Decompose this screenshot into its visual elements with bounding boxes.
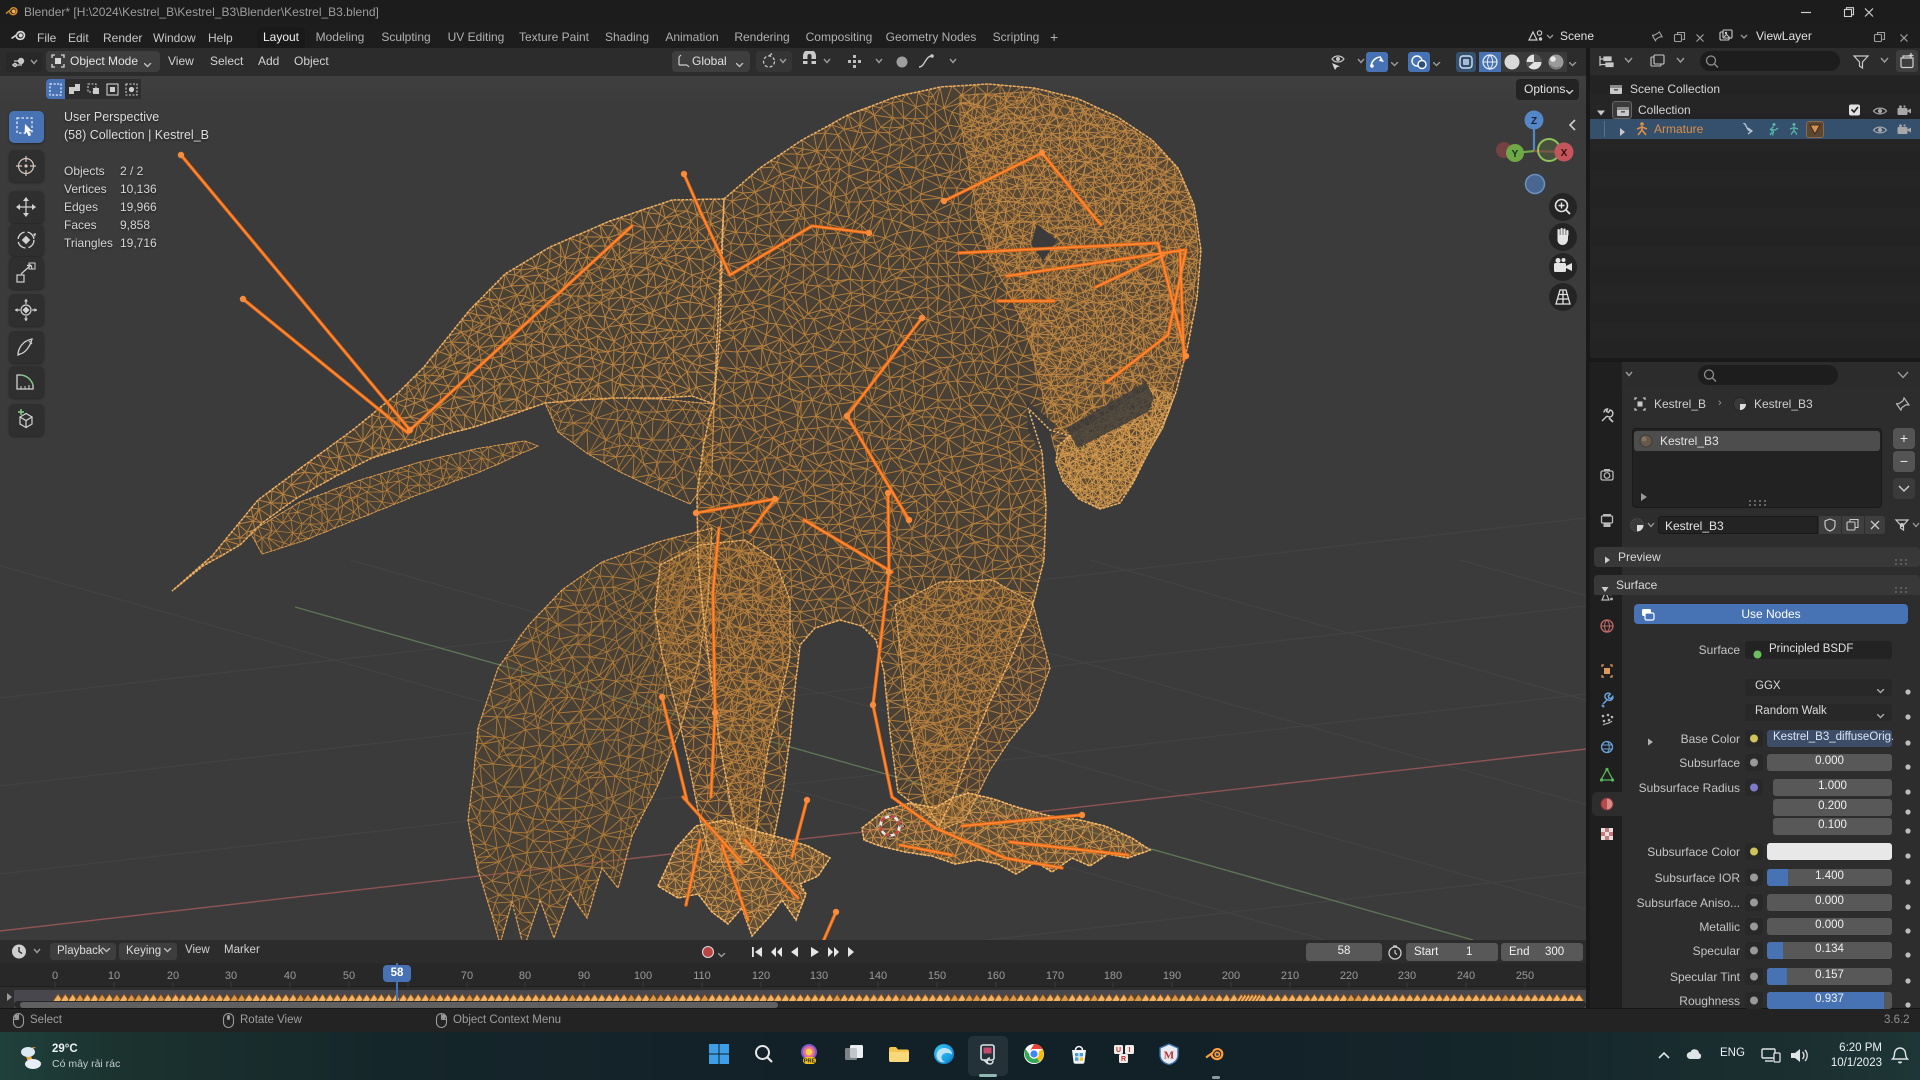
svg-text:250: 250 — [1516, 970, 1534, 982]
svg-text:220: 220 — [1340, 970, 1358, 982]
svg-text:R: R — [1121, 1056, 1126, 1063]
svg-text:160: 160 — [987, 970, 1005, 982]
svg-text:Z: Z — [1531, 116, 1537, 127]
svg-text:I: I — [1129, 1047, 1131, 1054]
svg-text:100: 100 — [634, 970, 652, 982]
svg-text:210: 210 — [1281, 970, 1299, 982]
svg-text:230: 230 — [1398, 970, 1416, 982]
svg-text:50: 50 — [343, 970, 355, 982]
svg-text:120: 120 — [752, 970, 770, 982]
svg-text:PRE: PRE — [804, 1059, 816, 1065]
svg-text:0: 0 — [52, 970, 58, 982]
svg-text:U: U — [1116, 1047, 1121, 1054]
svg-text:X: X — [1561, 148, 1568, 159]
svg-text:180: 180 — [1104, 970, 1122, 982]
svg-text:200: 200 — [1222, 970, 1240, 982]
svg-text:240: 240 — [1457, 970, 1475, 982]
svg-text:90: 90 — [578, 970, 590, 982]
svg-text:110: 110 — [693, 970, 711, 982]
svg-text:150: 150 — [928, 970, 946, 982]
svg-text:30: 30 — [225, 970, 237, 982]
svg-text:80: 80 — [519, 970, 531, 982]
svg-text:190: 190 — [1163, 970, 1181, 982]
svg-text:Y: Y — [1512, 149, 1519, 160]
svg-text:20: 20 — [167, 970, 179, 982]
svg-text:130: 130 — [810, 970, 828, 982]
svg-text:10: 10 — [108, 970, 120, 982]
svg-text:M: M — [1164, 1050, 1175, 1062]
svg-text:40: 40 — [284, 970, 296, 982]
svg-text:170: 170 — [1046, 970, 1064, 982]
svg-text:140: 140 — [869, 970, 887, 982]
svg-text:70: 70 — [461, 970, 473, 982]
